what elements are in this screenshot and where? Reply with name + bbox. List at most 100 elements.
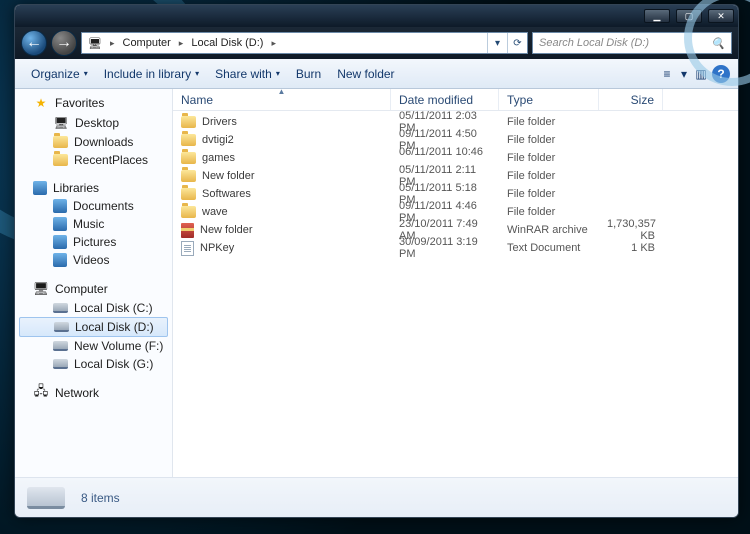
sidebar-item-drive-d[interactable]: Local Disk (D:) bbox=[19, 317, 168, 337]
column-date[interactable]: Date modified bbox=[391, 89, 499, 110]
status-bar: 8 items bbox=[15, 477, 738, 517]
explorer-window: ▁ ▢ ✕ ← → 🖥 ▸ Computer ▸ Local Disk (D:)… bbox=[14, 4, 739, 518]
file-type: WinRAR archive bbox=[499, 224, 599, 236]
favorites-label: Favorites bbox=[55, 96, 104, 110]
share-with-button[interactable]: Share with▾ bbox=[207, 59, 288, 88]
computer-header[interactable]: 🖥 Computer bbox=[15, 279, 172, 299]
sidebar-item-downloads[interactable]: Downloads bbox=[15, 133, 172, 151]
organize-button[interactable]: Organize ▾ bbox=[23, 59, 96, 88]
library-icon bbox=[53, 253, 67, 267]
favorites-header[interactable]: ★ Favorites bbox=[15, 93, 172, 113]
maximize-button[interactable]: ▢ bbox=[676, 9, 702, 23]
rar-icon bbox=[181, 223, 194, 238]
search-placeholder: Search Local Disk (D:) bbox=[539, 37, 649, 49]
folder-icon bbox=[181, 170, 196, 182]
chevron-down-icon: ▾ bbox=[84, 69, 88, 78]
view-options-button[interactable]: ≡ bbox=[656, 63, 678, 85]
titlebar: ▁ ▢ ✕ bbox=[15, 5, 738, 27]
file-name: wave bbox=[202, 206, 228, 218]
sidebar-item-label: Documents bbox=[73, 199, 134, 213]
file-name: dvtigi2 bbox=[202, 134, 234, 146]
drive-icon bbox=[54, 322, 69, 332]
forward-button[interactable]: → bbox=[51, 30, 77, 56]
file-type: File folder bbox=[499, 170, 599, 182]
sidebar-item-label: Music bbox=[73, 217, 104, 231]
file-date: 30/09/2011 3:19 PM bbox=[391, 236, 499, 260]
sidebar-item-drive-f[interactable]: New Volume (F:) bbox=[15, 337, 172, 355]
chevron-down-icon: ▾ bbox=[276, 69, 280, 78]
folder-icon bbox=[53, 154, 68, 166]
preview-pane-button[interactable]: ▥ bbox=[690, 63, 712, 85]
sidebar-item-drive-c[interactable]: Local Disk (C:) bbox=[15, 299, 172, 317]
library-icon bbox=[53, 235, 67, 249]
chevron-right-icon: ▸ bbox=[177, 38, 186, 49]
folder-icon bbox=[181, 152, 196, 164]
sidebar-item-label: Pictures bbox=[73, 235, 116, 249]
column-size[interactable]: Size bbox=[599, 89, 663, 110]
sidebar-item-desktop[interactable]: 🖥Desktop bbox=[15, 113, 172, 133]
computer-icon: 🖥 bbox=[33, 281, 49, 297]
new-folder-button[interactable]: New folder bbox=[329, 59, 402, 88]
computer-label: Computer bbox=[55, 282, 108, 296]
sidebar-item-videos[interactable]: Videos bbox=[15, 251, 172, 269]
sidebar-item-drive-g[interactable]: Local Disk (G:) bbox=[15, 355, 172, 373]
include-in-library-button[interactable]: Include in library▾ bbox=[96, 59, 207, 88]
sidebar-item-music[interactable]: Music bbox=[15, 215, 172, 233]
help-button[interactable]: ? bbox=[712, 65, 730, 83]
forward-arrow-icon: → bbox=[56, 34, 72, 52]
status-count: 8 items bbox=[81, 491, 120, 505]
drive-icon bbox=[27, 487, 65, 509]
content-pane: Name Date modified Type Size Drivers05/1… bbox=[173, 89, 738, 477]
back-button[interactable]: ← bbox=[21, 30, 47, 56]
folder-icon bbox=[53, 136, 68, 148]
breadcrumb[interactable]: Local Disk (D:) bbox=[185, 33, 269, 53]
sidebar-item-pictures[interactable]: Pictures bbox=[15, 233, 172, 251]
column-headers: Name Date modified Type Size bbox=[173, 89, 738, 111]
search-input[interactable]: Search Local Disk (D:) 🔍 bbox=[532, 32, 732, 54]
sidebar-item-label: Downloads bbox=[74, 135, 133, 149]
file-name: Softwares bbox=[202, 188, 251, 200]
sidebar-item-label: Local Disk (G:) bbox=[74, 357, 153, 371]
refresh-button[interactable]: ⟳ bbox=[507, 33, 527, 53]
table-row[interactable]: NPKey30/09/2011 3:19 PMText Document1 KB bbox=[173, 239, 738, 257]
network-icon: 🖧 bbox=[33, 385, 49, 401]
include-label: Include in library bbox=[104, 67, 191, 81]
sidebar-item-recentplaces[interactable]: RecentPlaces bbox=[15, 151, 172, 169]
file-name: Drivers bbox=[202, 116, 237, 128]
search-icon: 🔍 bbox=[711, 37, 725, 50]
sidebar-item-label: Local Disk (C:) bbox=[74, 301, 153, 315]
close-button[interactable]: ✕ bbox=[708, 9, 734, 23]
network-label: Network bbox=[55, 386, 99, 400]
organize-label: Organize bbox=[31, 67, 80, 81]
body: ★ Favorites 🖥Desktop Downloads RecentPlac… bbox=[15, 89, 738, 477]
nav-bar: ← → 🖥 ▸ Computer ▸ Local Disk (D:) ▸ ▾ ⟳… bbox=[15, 27, 738, 59]
library-icon bbox=[53, 217, 67, 231]
file-name: New folder bbox=[202, 170, 255, 182]
file-name: New folder bbox=[200, 224, 253, 236]
desktop-icon: 🖥 bbox=[53, 115, 69, 131]
column-type[interactable]: Type bbox=[499, 89, 599, 110]
file-name: games bbox=[202, 152, 235, 164]
folder-icon bbox=[181, 188, 196, 200]
breadcrumb[interactable]: Computer bbox=[117, 33, 177, 53]
network-header[interactable]: 🖧 Network bbox=[15, 383, 172, 403]
column-name[interactable]: Name bbox=[173, 89, 391, 110]
sidebar-item-label: Local Disk (D:) bbox=[75, 320, 154, 334]
chevron-right-icon: ▸ bbox=[108, 38, 117, 49]
libraries-icon bbox=[33, 181, 47, 195]
address-dropdown-button[interactable]: ▾ bbox=[487, 33, 507, 53]
burn-button[interactable]: Burn bbox=[288, 59, 329, 88]
sidebar-item-documents[interactable]: Documents bbox=[15, 197, 172, 215]
toolbar: Organize▾ Include in library▾ Share with… bbox=[15, 59, 738, 89]
libraries-header[interactable]: Libraries bbox=[15, 179, 172, 197]
file-type: File folder bbox=[499, 134, 599, 146]
drive-icon bbox=[53, 341, 68, 351]
file-type: File folder bbox=[499, 152, 599, 164]
drive-icon bbox=[53, 359, 68, 369]
view-dropdown-button[interactable]: ▾ bbox=[678, 63, 690, 85]
address-bar[interactable]: 🖥 ▸ Computer ▸ Local Disk (D:) ▸ ▾ ⟳ bbox=[81, 32, 528, 54]
star-icon: ★ bbox=[33, 95, 49, 111]
minimize-button[interactable]: ▁ bbox=[644, 9, 670, 23]
drive-icon bbox=[53, 303, 68, 313]
file-type: Text Document bbox=[499, 242, 599, 254]
